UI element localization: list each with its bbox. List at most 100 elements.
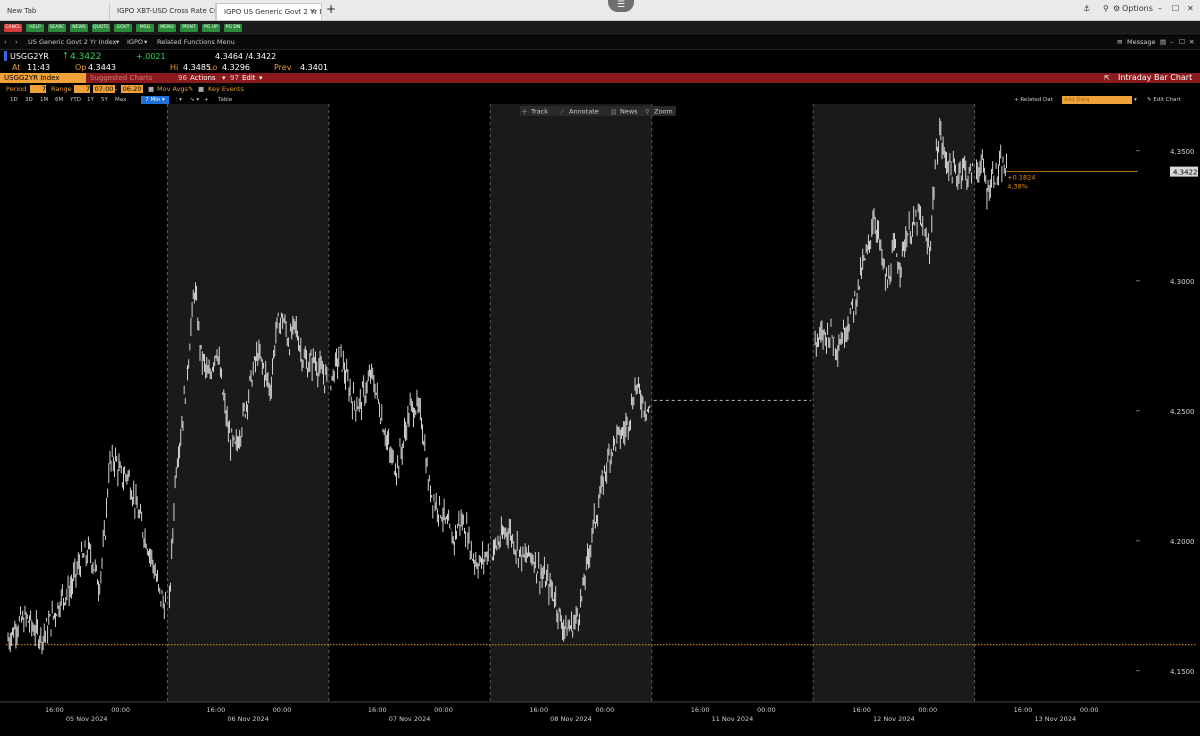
range-label: Range	[51, 85, 72, 93]
dropdown-icon[interactable]: ▾	[222, 73, 226, 83]
time-separator: -	[115, 85, 118, 93]
minimize-panel-icon[interactable]: –	[1170, 36, 1173, 49]
security-field[interactable]: USGG2YR Index	[0, 73, 86, 83]
range-button[interactable]: 3D	[25, 96, 33, 104]
time-from-field[interactable]: 07:00	[93, 85, 115, 93]
function-key[interactable]: PG UP	[202, 24, 220, 32]
forward-icon[interactable]: ›	[15, 36, 18, 49]
function-key[interactable]: SEARC	[48, 24, 66, 32]
key-events-toggle[interactable]: Key Events	[208, 85, 244, 93]
period-label: Period	[6, 85, 27, 93]
chart-tool-icon[interactable]: ✢	[522, 109, 527, 116]
related-data-label: Related Dat	[1020, 97, 1053, 103]
function-key[interactable]: MSG	[136, 24, 154, 32]
x-time-label: 00:00	[596, 706, 615, 714]
dropdown-icon[interactable]: ▾	[259, 73, 263, 83]
chart-tool-zoom[interactable]: Zoom	[654, 108, 673, 116]
function-key[interactable]: MENU	[158, 24, 176, 32]
settings-icon[interactable]: ⚙	[1113, 4, 1120, 13]
tab-new-tab[interactable]: New Tab	[0, 3, 110, 20]
period-field[interactable]: 7	[30, 85, 46, 93]
dropdown-icon[interactable]: ▾	[144, 36, 147, 49]
range-button[interactable]: 5Y	[101, 96, 108, 104]
range-button[interactable]: 1Y	[87, 96, 94, 104]
maximize-icon[interactable]: ☐	[1172, 4, 1179, 13]
x-date-label: 05 Nov 2024	[66, 715, 108, 723]
dropdown-icon[interactable]: ▾	[1134, 96, 1137, 104]
add-icon[interactable]: +	[204, 96, 209, 104]
minimize-icon[interactable]: –	[1158, 4, 1162, 13]
related-functions-menu[interactable]: Related Functions Menu	[157, 36, 235, 49]
quote-open: 4.3443	[88, 63, 116, 72]
range-button[interactable]: 1M	[40, 96, 48, 104]
x-time-label: 16:00	[1014, 706, 1033, 714]
function-key[interactable]: QUOTE	[92, 24, 110, 32]
x-time-label: 00:00	[434, 706, 453, 714]
range-button[interactable]: 6M	[55, 96, 63, 104]
interval-selector[interactable]: 7 Min ▾	[141, 96, 169, 104]
message-button[interactable]: Message	[1127, 36, 1156, 49]
table-button[interactable]: Table	[218, 96, 232, 104]
options-label[interactable]: Options	[1122, 4, 1153, 13]
function-key[interactable]: NEWS	[70, 24, 88, 32]
menu-grab-icon[interactable]: ☰	[608, 0, 634, 12]
y-tick-label: 4.2500	[1170, 408, 1195, 416]
tab-us-2yr[interactable]: IGPO US Generic Govt 2 Yr In... ✕	[216, 3, 322, 20]
message-icon[interactable]: ✉	[1117, 36, 1122, 49]
function-key[interactable]: HELP	[26, 24, 44, 32]
close-icon[interactable]: ✕	[310, 4, 316, 20]
security-selector[interactable]: US Generic Govt 2 Yr Index	[28, 36, 117, 49]
popout-icon[interactable]: ⇱	[1104, 73, 1110, 83]
quote-at-label: At	[12, 63, 21, 72]
dropdown-icon[interactable]: ▾	[116, 36, 119, 49]
checkbox-icon[interactable]: ■	[198, 85, 204, 93]
intraday-bar-chart[interactable]: ✢ Track ⟋ Annotate ▤ News ⚲ Zoom+0.18244.38%4.1…	[0, 104, 1200, 736]
chart-tool-icon[interactable]: ⚲	[645, 109, 649, 116]
security-color-marker	[4, 51, 7, 61]
x-time-label: 16:00	[529, 706, 548, 714]
layout-icon[interactable]: ▤	[1160, 36, 1166, 49]
browser-tab-strip: New Tab IGPO XBT-USD Cross Rate Curn... …	[0, 0, 1200, 21]
back-icon[interactable]: ‹	[4, 36, 7, 49]
range-button[interactable]: YTD	[70, 96, 81, 104]
range-button[interactable]: 1D	[10, 96, 18, 104]
chart-area[interactable]: ✢ Track ⟋ Annotate ▤ News ⚲ Zoom +0.1824 4.38% 4.1…	[0, 104, 1200, 736]
function-key[interactable]: PRINT	[180, 24, 198, 32]
navigation-bar: ‹ › US Generic Govt 2 Yr Index ▾ IGPO ▾ …	[0, 36, 1200, 50]
quote-last: 4.3422	[70, 52, 102, 62]
new-tab-plus-icon[interactable]: +	[326, 2, 336, 16]
function-key[interactable]: PG DN	[224, 24, 242, 32]
session-shade	[490, 104, 652, 702]
function-key[interactable]: GOVT	[114, 24, 132, 32]
add-data-field[interactable]: Add Data	[1062, 96, 1132, 104]
maximize-panel-icon[interactable]: ☐	[1179, 36, 1185, 49]
related-data-button[interactable]: + Related Dat	[1014, 96, 1053, 104]
time-to-field[interactable]: 06:20	[121, 85, 143, 93]
bar-style-icon[interactable]: ⫶ ▾	[176, 96, 182, 104]
chart-tool-news[interactable]: News	[620, 108, 638, 116]
edit-menu[interactable]: Edit	[242, 73, 256, 83]
chart-tool-track[interactable]: Track	[530, 108, 548, 116]
y-tick-label: 4.1500	[1170, 668, 1195, 676]
edit-icon[interactable]: ✎	[188, 85, 193, 93]
function-selector[interactable]: IGPO	[127, 36, 143, 49]
checkbox-icon[interactable]: ■	[148, 85, 154, 93]
suggested-charts-button[interactable]: Suggested Charts	[90, 73, 152, 83]
edit-chart-button[interactable]: ✎ Edit Chart	[1147, 96, 1181, 104]
line-style-icon[interactable]: ∿ ▾	[190, 96, 199, 104]
quote-bid-ask: 4.3464 /4.3422	[215, 52, 277, 61]
person-icon[interactable]: ⚲	[1103, 4, 1109, 13]
anchor-icon[interactable]: ⚓	[1083, 4, 1090, 13]
quote-open-label: Op	[75, 63, 87, 72]
range-button[interactable]: Max	[115, 96, 126, 104]
tab-xbt-usd[interactable]: IGPO XBT-USD Cross Rate Curn...	[110, 3, 216, 20]
close-panel-icon[interactable]: ✕	[1189, 36, 1194, 49]
actions-menu[interactable]: Actions	[190, 73, 216, 83]
close-window-icon[interactable]: ✕	[1187, 4, 1194, 13]
function-key[interactable]: CANCL	[4, 24, 22, 32]
chart-tool-icon[interactable]: ▤	[611, 109, 617, 116]
x-date-label: 11 Nov 2024	[712, 715, 754, 723]
mov-avgs-toggle[interactable]: Mov Avgs	[157, 85, 188, 93]
range-field[interactable]: 7	[74, 85, 90, 93]
chart-tool-annotate[interactable]: Annotate	[569, 108, 599, 116]
